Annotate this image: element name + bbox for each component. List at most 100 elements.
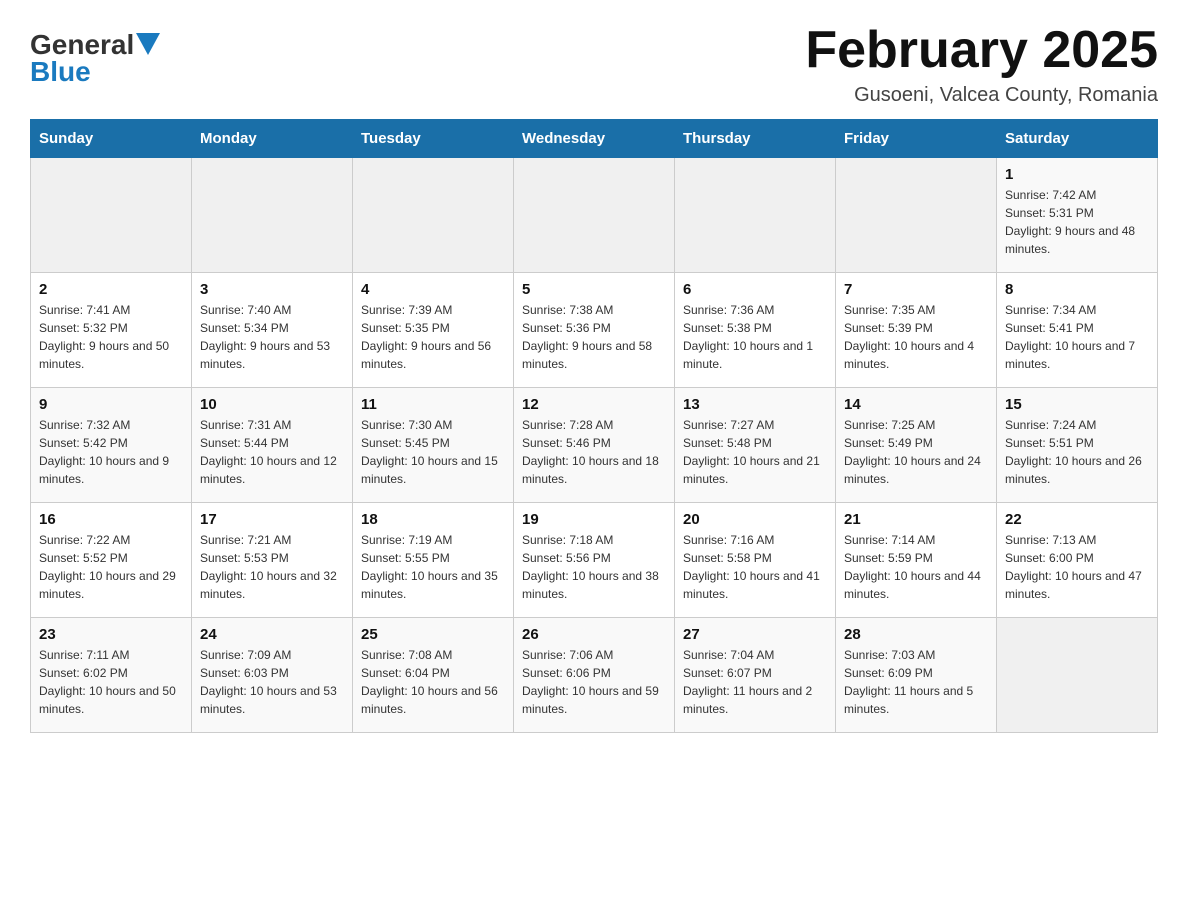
calendar-title: February 2025 xyxy=(805,20,1158,80)
day-number: 10 xyxy=(200,396,344,413)
calendar-day-cell xyxy=(836,158,997,273)
calendar-day-cell xyxy=(675,158,836,273)
header-monday: Monday xyxy=(192,120,353,158)
day-number: 6 xyxy=(683,281,827,298)
day-number: 3 xyxy=(200,281,344,298)
day-info: Sunrise: 7:16 AM Sunset: 5:58 PM Dayligh… xyxy=(683,531,827,603)
calendar-day-cell: 22 Sunrise: 7:13 AM Sunset: 6:00 PM Dayli… xyxy=(997,503,1158,618)
calendar-day-cell: 28 Sunrise: 7:03 AM Sunset: 6:09 PM Dayli… xyxy=(836,618,997,733)
day-info: Sunrise: 7:03 AM Sunset: 6:09 PM Dayligh… xyxy=(844,646,988,718)
calendar-day-cell: 20 Sunrise: 7:16 AM Sunset: 5:58 PM Dayli… xyxy=(675,503,836,618)
day-number: 9 xyxy=(39,396,183,413)
day-info: Sunrise: 7:32 AM Sunset: 5:42 PM Dayligh… xyxy=(39,416,183,488)
day-info: Sunrise: 7:19 AM Sunset: 5:55 PM Dayligh… xyxy=(361,531,505,603)
day-info: Sunrise: 7:41 AM Sunset: 5:32 PM Dayligh… xyxy=(39,301,183,373)
calendar-day-cell: 11Sunrise: 7:30 AM Sunset: 5:45 PM Dayli… xyxy=(353,388,514,503)
day-info: Sunrise: 7:18 AM Sunset: 5:56 PM Dayligh… xyxy=(522,531,666,603)
header-thursday: Thursday xyxy=(675,120,836,158)
header-tuesday: Tuesday xyxy=(353,120,514,158)
calendar-day-cell: 13 Sunrise: 7:27 AM Sunset: 5:48 PM Dayli… xyxy=(675,388,836,503)
day-info: Sunrise: 7:25 AM Sunset: 5:49 PM Dayligh… xyxy=(844,416,988,488)
logo: General Blue xyxy=(30,30,160,88)
day-number: 28 xyxy=(844,626,988,643)
day-info: Sunrise: 7:36 AM Sunset: 5:38 PM Dayligh… xyxy=(683,301,827,373)
day-info: Sunrise: 7:21 AM Sunset: 5:53 PM Dayligh… xyxy=(200,531,344,603)
day-info: Sunrise: 7:11 AM Sunset: 6:02 PM Dayligh… xyxy=(39,646,183,718)
day-number: 20 xyxy=(683,511,827,528)
calendar-day-cell xyxy=(514,158,675,273)
day-number: 26 xyxy=(522,626,666,643)
calendar-day-cell: 18 Sunrise: 7:19 AM Sunset: 5:55 PM Dayli… xyxy=(353,503,514,618)
day-number: 8 xyxy=(1005,281,1149,298)
logo-arrow-icon xyxy=(136,33,160,55)
calendar-day-cell: 10Sunrise: 7:31 AM Sunset: 5:44 PM Dayli… xyxy=(192,388,353,503)
day-info: Sunrise: 7:27 AM Sunset: 5:48 PM Dayligh… xyxy=(683,416,827,488)
day-number: 14 xyxy=(844,396,988,413)
day-number: 27 xyxy=(683,626,827,643)
day-number: 13 xyxy=(683,396,827,413)
day-number: 12 xyxy=(522,396,666,413)
day-number: 17 xyxy=(200,511,344,528)
day-info: Sunrise: 7:34 AM Sunset: 5:41 PM Dayligh… xyxy=(1005,301,1149,373)
calendar-day-cell: 9 Sunrise: 7:32 AM Sunset: 5:42 PM Daylig… xyxy=(31,388,192,503)
calendar-table: Sunday Monday Tuesday Wednesday Thursday… xyxy=(30,119,1158,733)
calendar-day-cell xyxy=(353,158,514,273)
calendar-day-cell: 7Sunrise: 7:35 AM Sunset: 5:39 PM Daylig… xyxy=(836,273,997,388)
day-number: 24 xyxy=(200,626,344,643)
day-info: Sunrise: 7:08 AM Sunset: 6:04 PM Dayligh… xyxy=(361,646,505,718)
day-info: Sunrise: 7:09 AM Sunset: 6:03 PM Dayligh… xyxy=(200,646,344,718)
calendar-day-cell: 14 Sunrise: 7:25 AM Sunset: 5:49 PM Dayli… xyxy=(836,388,997,503)
calendar-day-cell: 23Sunrise: 7:11 AM Sunset: 6:02 PM Dayli… xyxy=(31,618,192,733)
day-info: Sunrise: 7:22 AM Sunset: 5:52 PM Dayligh… xyxy=(39,531,183,603)
day-info: Sunrise: 7:04 AM Sunset: 6:07 PM Dayligh… xyxy=(683,646,827,718)
calendar-day-cell: 25 Sunrise: 7:08 AM Sunset: 6:04 PM Dayli… xyxy=(353,618,514,733)
calendar-day-cell: 12 Sunrise: 7:28 AM Sunset: 5:46 PM Dayli… xyxy=(514,388,675,503)
day-info: Sunrise: 7:14 AM Sunset: 5:59 PM Dayligh… xyxy=(844,531,988,603)
day-number: 25 xyxy=(361,626,505,643)
day-info: Sunrise: 7:28 AM Sunset: 5:46 PM Dayligh… xyxy=(522,416,666,488)
calendar-day-cell: 26 Sunrise: 7:06 AM Sunset: 6:06 PM Dayli… xyxy=(514,618,675,733)
header-saturday: Saturday xyxy=(997,120,1158,158)
calendar-day-cell: 16 Sunrise: 7:22 AM Sunset: 5:52 PM Dayli… xyxy=(31,503,192,618)
calendar-week-row: 1 Sunrise: 7:42 AM Sunset: 5:31 PM Daylig… xyxy=(31,158,1158,273)
calendar-day-cell: 19 Sunrise: 7:18 AM Sunset: 5:56 PM Dayli… xyxy=(514,503,675,618)
day-info: Sunrise: 7:39 AM Sunset: 5:35 PM Dayligh… xyxy=(361,301,505,373)
day-number: 4 xyxy=(361,281,505,298)
calendar-day-cell: 2 Sunrise: 7:41 AM Sunset: 5:32 PM Daylig… xyxy=(31,273,192,388)
calendar-day-cell: 1 Sunrise: 7:42 AM Sunset: 5:31 PM Daylig… xyxy=(997,158,1158,273)
calendar-day-cell xyxy=(192,158,353,273)
logo-text-blue: Blue xyxy=(30,57,160,88)
day-number: 1 xyxy=(1005,166,1149,183)
calendar-day-cell: 8 Sunrise: 7:34 AM Sunset: 5:41 PM Daylig… xyxy=(997,273,1158,388)
day-info: Sunrise: 7:13 AM Sunset: 6:00 PM Dayligh… xyxy=(1005,531,1149,603)
calendar-day-cell xyxy=(31,158,192,273)
calendar-day-cell: 3 Sunrise: 7:40 AM Sunset: 5:34 PM Daylig… xyxy=(192,273,353,388)
day-number: 22 xyxy=(1005,511,1149,528)
calendar-subtitle: Gusoeni, Valcea County, Romania xyxy=(805,84,1158,107)
day-number: 21 xyxy=(844,511,988,528)
calendar-day-cell: 24 Sunrise: 7:09 AM Sunset: 6:03 PM Dayli… xyxy=(192,618,353,733)
calendar-day-cell: 27 Sunrise: 7:04 AM Sunset: 6:07 PM Dayli… xyxy=(675,618,836,733)
calendar-day-cell: 21 Sunrise: 7:14 AM Sunset: 5:59 PM Dayli… xyxy=(836,503,997,618)
calendar-day-cell: 6 Sunrise: 7:36 AM Sunset: 5:38 PM Daylig… xyxy=(675,273,836,388)
day-info: Sunrise: 7:06 AM Sunset: 6:06 PM Dayligh… xyxy=(522,646,666,718)
day-info: Sunrise: 7:40 AM Sunset: 5:34 PM Dayligh… xyxy=(200,301,344,373)
page-header: General Blue February 2025 Gusoeni, Valc… xyxy=(30,20,1158,107)
calendar-day-cell: 5 Sunrise: 7:38 AM Sunset: 5:36 PM Daylig… xyxy=(514,273,675,388)
calendar-day-cell: 17 Sunrise: 7:21 AM Sunset: 5:53 PM Dayli… xyxy=(192,503,353,618)
day-number: 18 xyxy=(361,511,505,528)
day-info: Sunrise: 7:42 AM Sunset: 5:31 PM Dayligh… xyxy=(1005,186,1149,258)
title-section: February 2025 Gusoeni, Valcea County, Ro… xyxy=(805,20,1158,107)
day-number: 15 xyxy=(1005,396,1149,413)
header-friday: Friday xyxy=(836,120,997,158)
day-number: 16 xyxy=(39,511,183,528)
day-info: Sunrise: 7:38 AM Sunset: 5:36 PM Dayligh… xyxy=(522,301,666,373)
calendar-week-row: 9 Sunrise: 7:32 AM Sunset: 5:42 PM Daylig… xyxy=(31,388,1158,503)
day-number: 5 xyxy=(522,281,666,298)
calendar-day-cell: 15 Sunrise: 7:24 AM Sunset: 5:51 PM Dayli… xyxy=(997,388,1158,503)
day-number: 2 xyxy=(39,281,183,298)
day-number: 19 xyxy=(522,511,666,528)
day-info: Sunrise: 7:24 AM Sunset: 5:51 PM Dayligh… xyxy=(1005,416,1149,488)
calendar-week-row: 2 Sunrise: 7:41 AM Sunset: 5:32 PM Daylig… xyxy=(31,273,1158,388)
weekday-header-row: Sunday Monday Tuesday Wednesday Thursday… xyxy=(31,120,1158,158)
